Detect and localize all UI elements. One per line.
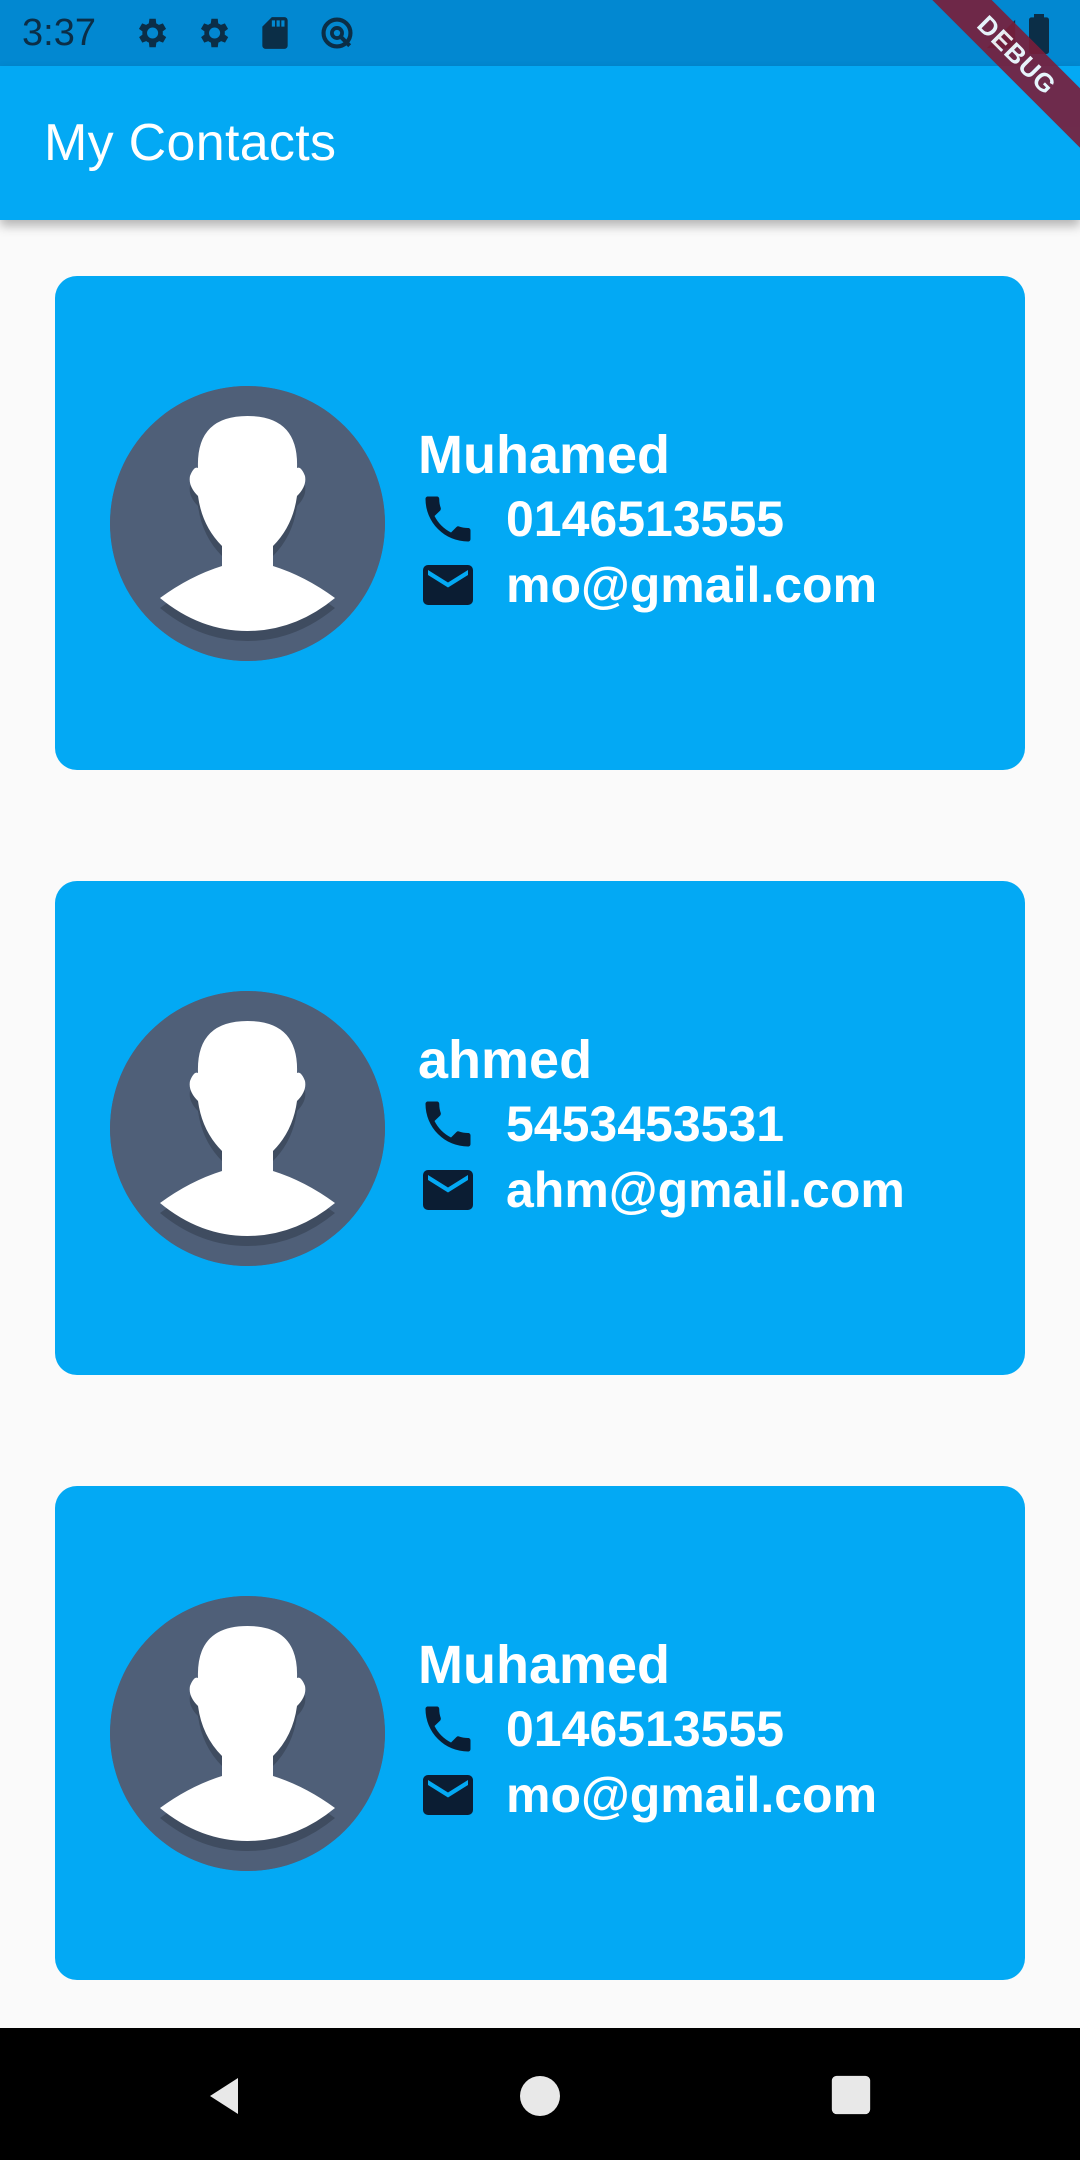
avatar (110, 991, 385, 1266)
contact-card[interactable]: Muhamed 0146513555 mo@gmail.com (55, 1486, 1025, 1980)
email-address: ahm@gmail.com (506, 1162, 905, 1218)
recents-icon[interactable] (828, 2072, 874, 2123)
person-icon (110, 386, 385, 661)
status-time: 3:37 (22, 11, 96, 54)
phone-icon (418, 1699, 478, 1759)
phone-number: 0146513555 (506, 491, 785, 547)
email-address: mo@gmail.com (506, 557, 878, 613)
status-icons (132, 14, 356, 52)
contact-card[interactable]: Muhamed 0146513555 mo@gmail.com (55, 276, 1025, 770)
app-bar: My Contacts (0, 66, 1080, 220)
no-sync-icon (318, 14, 356, 52)
contact-info: Muhamed 0146513555 mo@gmail.com (418, 1634, 877, 1828)
status-bar: 3:37 (0, 0, 1080, 66)
phone-row[interactable]: 0146513555 (418, 1696, 877, 1762)
mail-icon (418, 555, 478, 615)
phone-number: 0146513555 (506, 1701, 785, 1757)
avatar (110, 386, 385, 661)
avatar (110, 1596, 385, 1871)
contact-list[interactable]: Muhamed 0146513555 mo@gmail.com ahmed 54… (0, 220, 1080, 2028)
navigation-bar (0, 2028, 1080, 2160)
mail-icon (418, 1765, 478, 1825)
contact-info: ahmed 5453453531 ahm@gmail.com (418, 1029, 905, 1223)
mail-icon (418, 1160, 478, 1220)
contact-name: Muhamed (418, 1635, 671, 1695)
sd-card-icon (256, 14, 294, 52)
contact-card[interactable]: ahmed 5453453531 ahm@gmail.com (55, 881, 1025, 1375)
phone-row[interactable]: 5453453531 (418, 1091, 905, 1157)
contact-name: ahmed (418, 1030, 593, 1090)
gear-icon (132, 14, 170, 52)
contact-info: Muhamed 0146513555 mo@gmail.com (418, 424, 877, 618)
email-row[interactable]: mo@gmail.com (418, 552, 877, 618)
person-icon (110, 991, 385, 1266)
email-row[interactable]: mo@gmail.com (418, 1762, 877, 1828)
home-icon[interactable] (516, 2072, 564, 2125)
email-row[interactable]: ahm@gmail.com (418, 1157, 905, 1223)
phone-icon (418, 489, 478, 549)
person-icon (110, 1596, 385, 1871)
contact-name: Muhamed (418, 425, 671, 485)
email-address: mo@gmail.com (506, 1767, 878, 1823)
back-icon[interactable] (200, 2072, 248, 2125)
phone-row[interactable]: 0146513555 (418, 486, 877, 552)
app-title: My Contacts (44, 114, 337, 172)
phone-number: 5453453531 (506, 1096, 785, 1152)
phone-icon (418, 1094, 478, 1154)
gear-icon (194, 14, 232, 52)
